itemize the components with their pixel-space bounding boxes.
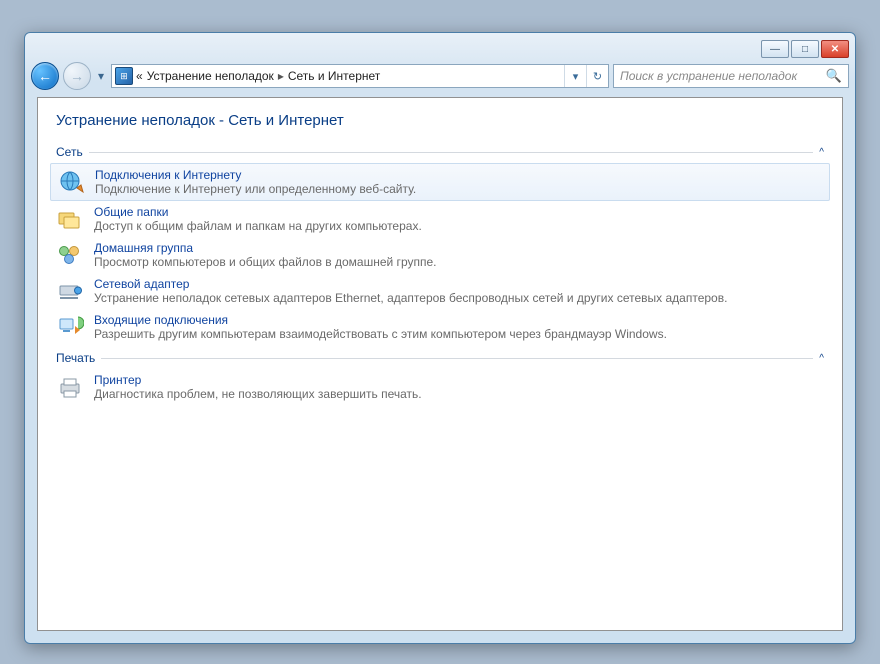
- troubleshooter-item[interactable]: Общие папки Доступ к общим файлам и папк…: [50, 201, 830, 237]
- section-divider: [89, 152, 814, 153]
- adapter-icon: [56, 277, 84, 305]
- search-placeholder: Поиск в устранение неполадок: [620, 69, 826, 83]
- address-dropdown-icon[interactable]: ▾: [564, 65, 586, 87]
- search-icon[interactable]: 🔍: [826, 68, 842, 84]
- troubleshooter-item[interactable]: Входящие подключения Разрешить другим ко…: [50, 309, 830, 345]
- content-pane: Устранение неполадок - Сеть и Интернет С…: [37, 97, 843, 631]
- section-header[interactable]: Сеть ^: [56, 145, 824, 159]
- item-title: Принтер: [94, 373, 422, 387]
- item-description: Устранение неполадок сетевых адаптеров E…: [94, 291, 727, 305]
- item-title: Сетевой адаптер: [94, 277, 727, 291]
- close-button[interactable]: ✕: [821, 40, 849, 58]
- troubleshooter-item[interactable]: Домашняя группа Просмотр компьютеров и о…: [50, 237, 830, 273]
- printer-icon: [56, 373, 84, 401]
- forward-button[interactable]: →: [63, 62, 91, 90]
- item-title: Домашняя группа: [94, 241, 436, 255]
- breadcrumb-part-2[interactable]: Сеть и Интернет: [288, 69, 380, 83]
- section-label: Сеть: [56, 145, 83, 159]
- window-titlebar: — □ ✕: [31, 39, 849, 61]
- troubleshooter-item[interactable]: Принтер Диагностика проблем, не позволяю…: [50, 369, 830, 405]
- globe-icon: [57, 168, 85, 196]
- item-description: Подключение к Интернету или определенном…: [95, 182, 416, 196]
- chevron-up-icon[interactable]: ^: [819, 147, 824, 158]
- page-title: Устранение неполадок - Сеть и Интернет: [56, 112, 824, 129]
- section-label: Печать: [56, 351, 95, 365]
- navigation-bar: ← → ▾ ⊞ « Устранение неполадок ▸ Сеть и …: [31, 61, 849, 91]
- window-frame: — □ ✕ ← → ▾ ⊞ « Устранение неполадок ▸ С…: [24, 32, 856, 644]
- breadcrumb-part-1[interactable]: Устранение неполадок: [143, 69, 274, 83]
- breadcrumb-prefix: «: [136, 69, 143, 83]
- item-title: Подключения к Интернету: [95, 168, 416, 182]
- folders-icon: [56, 205, 84, 233]
- breadcrumb-separator-icon[interactable]: ▸: [274, 69, 288, 83]
- minimize-button[interactable]: —: [761, 40, 789, 58]
- item-title: Общие папки: [94, 205, 422, 219]
- address-bar[interactable]: ⊞ « Устранение неполадок ▸ Сеть и Интерн…: [111, 64, 609, 88]
- refresh-button[interactable]: ↻: [586, 65, 608, 87]
- section-divider: [101, 358, 813, 359]
- item-description: Разрешить другим компьютерам взаимодейст…: [94, 327, 667, 341]
- search-input[interactable]: Поиск в устранение неполадок 🔍: [613, 64, 849, 88]
- location-icon: ⊞: [115, 67, 133, 85]
- troubleshooter-item[interactable]: Сетевой адаптер Устранение неполадок сет…: [50, 273, 830, 309]
- chevron-up-icon[interactable]: ^: [819, 353, 824, 364]
- maximize-button[interactable]: □: [791, 40, 819, 58]
- item-title: Входящие подключения: [94, 313, 667, 327]
- history-dropdown-icon[interactable]: ▾: [95, 62, 107, 90]
- item-description: Просмотр компьютеров и общих файлов в до…: [94, 255, 436, 269]
- section-header[interactable]: Печать ^: [56, 351, 824, 365]
- homegroup-icon: [56, 241, 84, 269]
- troubleshooter-item[interactable]: Подключения к Интернету Подключение к Ин…: [50, 163, 830, 201]
- incoming-icon: [56, 313, 84, 341]
- item-description: Доступ к общим файлам и папкам на других…: [94, 219, 422, 233]
- back-button[interactable]: ←: [31, 62, 59, 90]
- item-description: Диагностика проблем, не позволяющих заве…: [94, 387, 422, 401]
